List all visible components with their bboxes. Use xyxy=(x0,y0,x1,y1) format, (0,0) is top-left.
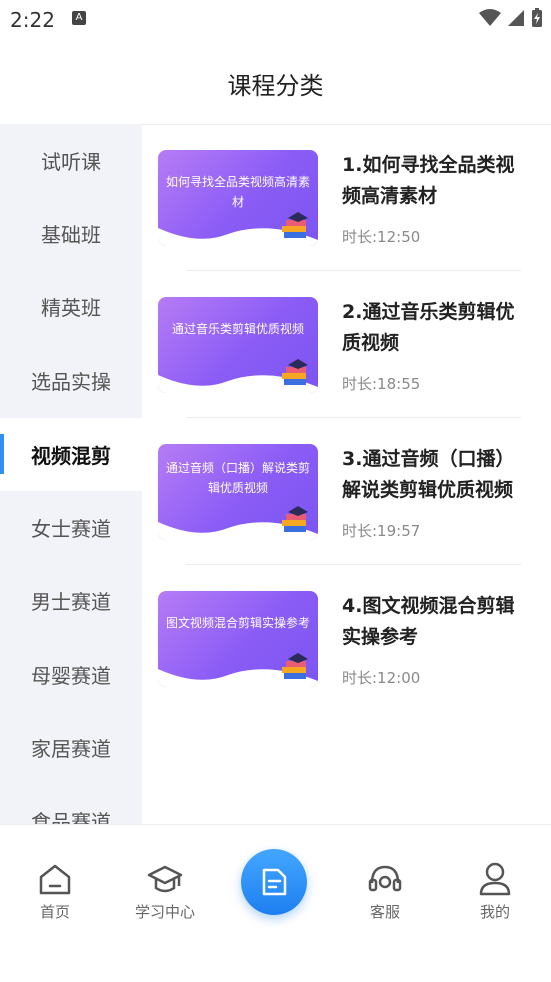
nav-home[interactable]: 首页 xyxy=(10,861,100,922)
user-icon xyxy=(479,862,511,896)
books-icon xyxy=(282,506,308,532)
course-thumbnail[interactable]: 通过音乐类剪辑优质视频 xyxy=(158,297,318,393)
course-thumbnail[interactable]: 图文视频混合剪辑实操参考 xyxy=(158,591,318,687)
text-notification-icon: A xyxy=(72,11,86,25)
sidebar-item-label: 家居赛道 xyxy=(31,737,111,761)
nav-customer-service[interactable]: 客服 xyxy=(340,861,430,922)
thumbnail-text: 通过音频（口播）解说类剪辑优质视频 xyxy=(165,461,310,495)
sidebar-item-label: 女士赛道 xyxy=(31,517,111,541)
bottom-navigation: 首页 学习中心 客服 我的 xyxy=(0,824,551,982)
course-item[interactable]: 通过音乐类剪辑优质视频 2.通过音乐类剪辑优质视频 时长:18:55 xyxy=(142,271,551,418)
sidebar-item-label: 试听课 xyxy=(41,150,101,174)
header: 课程分类 xyxy=(0,38,551,125)
course-title[interactable]: 4.图文视频混合剪辑实操参考 xyxy=(342,591,532,653)
sidebar-item-label: 视频混剪 xyxy=(31,444,111,468)
sidebar-item-label: 精英班 xyxy=(41,296,101,320)
sidebar-item-home[interactable]: 家居赛道 xyxy=(0,711,142,784)
sidebar-item-elite[interactable]: 精英班 xyxy=(0,270,142,343)
books-icon xyxy=(282,212,308,238)
course-duration: 时长:19:57 xyxy=(342,522,421,540)
course-title[interactable]: 1.如何寻找全品类视频高清素材 xyxy=(342,150,532,212)
course-item[interactable]: 通过音频（口播）解说类剪辑优质视频 3.通过音频（口播）解说类剪辑优质视频 时长… xyxy=(142,418,551,565)
course-item[interactable]: 如何寻找全品类视频高清素材 1.如何寻找全品类视频高清素材 时长:12:50 xyxy=(142,124,551,271)
wifi-icon xyxy=(479,9,501,26)
nav-label: 客服 xyxy=(369,903,400,921)
sidebar-item-selection[interactable]: 选品实操 xyxy=(0,344,142,417)
thumbnail-text: 图文视频混合剪辑实操参考 xyxy=(165,616,310,630)
books-icon xyxy=(282,359,308,385)
course-list: 如何寻找全品类视频高清素材 1.如何寻找全品类视频高清素材 时长:12:50 通… xyxy=(142,124,551,824)
headset-icon xyxy=(368,865,402,892)
document-icon xyxy=(262,868,287,896)
battery-charging-icon xyxy=(532,8,542,27)
sidebar-item-men[interactable]: 男士赛道 xyxy=(0,564,142,637)
nav-label: 首页 xyxy=(39,903,70,921)
nav-center-button[interactable] xyxy=(241,849,307,915)
page-title: 课程分类 xyxy=(227,72,324,100)
course-thumbnail[interactable]: 如何寻找全品类视频高清素材 xyxy=(158,150,318,246)
course-duration: 时长:12:50 xyxy=(342,228,421,246)
course-duration: 时长:18:55 xyxy=(342,375,421,393)
course-duration: 时长:12:00 xyxy=(342,669,421,687)
nav-learning-center[interactable]: 学习中心 xyxy=(120,861,210,922)
nav-profile[interactable]: 我的 xyxy=(450,861,540,922)
sidebar-item-label: 男士赛道 xyxy=(31,590,111,614)
sidebar-item-video-mix[interactable]: 视频混剪 xyxy=(0,418,142,491)
sidebar-item-food[interactable]: 食品赛道 xyxy=(0,784,142,824)
sidebar-item-label: 母婴赛道 xyxy=(31,664,111,688)
books-icon xyxy=(282,653,308,679)
course-thumbnail[interactable]: 通过音频（口播）解说类剪辑优质视频 xyxy=(158,444,318,540)
course-title[interactable]: 2.通过音乐类剪辑优质视频 xyxy=(342,297,532,359)
sidebar-item-label: 选品实操 xyxy=(31,370,111,394)
sidebar-item-label: 基础班 xyxy=(41,223,101,247)
course-title[interactable]: 3.通过音频（口播）解说类剪辑优质视频 xyxy=(342,444,532,506)
category-sidebar[interactable]: 试听课 基础班 精英班 选品实操 视频混剪 女士赛道 男士赛道 母婴赛道 家居赛… xyxy=(0,124,142,824)
course-item[interactable]: 图文视频混合剪辑实操参考 4.图文视频混合剪辑实操参考 时长:12:00 xyxy=(142,565,551,712)
sidebar-item-women[interactable]: 女士赛道 xyxy=(0,491,142,564)
sidebar-item-label: 食品赛道 xyxy=(31,810,111,824)
graduation-cap-icon xyxy=(147,865,183,893)
status-icons xyxy=(479,8,543,28)
signal-icon xyxy=(508,10,524,26)
thumbnail-text: 通过音乐类剪辑优质视频 xyxy=(171,322,304,336)
nav-label: 我的 xyxy=(479,903,510,921)
status-bar: 2:22 A xyxy=(0,0,551,38)
thumbnail-text: 如何寻找全品类视频高清素材 xyxy=(165,175,310,209)
sidebar-item-basic[interactable]: 基础班 xyxy=(0,197,142,270)
sidebar-item-trial[interactable]: 试听课 xyxy=(0,124,142,197)
status-time: 2:22 xyxy=(10,8,55,32)
sidebar-item-mother-baby[interactable]: 母婴赛道 xyxy=(0,638,142,711)
home-icon xyxy=(39,864,71,895)
nav-label: 学习中心 xyxy=(134,903,195,921)
